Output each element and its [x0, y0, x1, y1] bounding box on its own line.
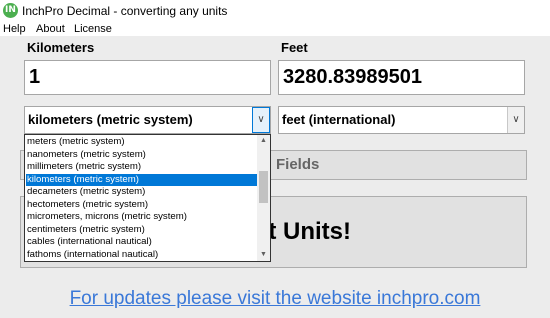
dropdown-option[interactable]: nanometers (metric system) — [26, 149, 258, 162]
window-title: InchPro Decimal - converting any units — [22, 4, 228, 18]
scroll-up-icon[interactable]: ▲ — [257, 135, 270, 147]
dropdown-option[interactable]: hectometers (metric system) — [26, 199, 258, 212]
dropdown-option[interactable]: centimeters (metric system) — [26, 224, 258, 237]
convert-units-label: rt Units! — [259, 218, 351, 245]
dropdown-option[interactable]: cables (international nautical) — [26, 236, 258, 249]
menu-bar: Help About License — [0, 22, 550, 36]
source-unit-value: kilometers (metric system) — [28, 112, 193, 127]
menu-license[interactable]: License — [74, 22, 112, 36]
target-unit-value: feet (international) — [282, 112, 396, 127]
chevron-down-icon[interactable]: ∨ — [252, 107, 270, 133]
dropdown-option[interactable]: kilometers (metric system) — [26, 173, 258, 186]
scroll-thumb[interactable] — [259, 171, 268, 203]
dropdown-option[interactable]: decameters (metric system) — [26, 186, 258, 199]
dropdown-option[interactable]: micrometers, microns (metric system) — [26, 211, 258, 224]
target-value-input[interactable]: 3280.83989501 — [278, 60, 525, 95]
website-link[interactable]: For updates please visit the website inc… — [0, 288, 550, 310]
source-value-input[interactable]: 1 — [24, 60, 271, 95]
dropdown-option[interactable]: millimeters (metric system) — [26, 161, 258, 174]
scroll-down-icon[interactable]: ▼ — [257, 249, 270, 261]
title-bar: IN InchPro Decimal - converting any unit… — [0, 0, 550, 22]
target-unit-label: Feet — [281, 40, 308, 55]
unit-dropdown-list[interactable]: meters (metric system) nanometers (metric… — [24, 134, 271, 262]
dropdown-scrollbar[interactable]: ▲ ▼ — [257, 135, 270, 261]
app-logo-icon: IN — [3, 3, 18, 18]
source-unit-select[interactable]: kilometers (metric system) ∨ — [24, 106, 271, 134]
dropdown-option[interactable]: fathoms (international nautical) — [26, 249, 258, 262]
swap-fields-label: Fields — [276, 156, 320, 173]
menu-about[interactable]: About — [36, 22, 65, 36]
chevron-down-icon[interactable]: ∨ — [507, 107, 524, 133]
menu-help[interactable]: Help — [3, 22, 26, 36]
dropdown-option[interactable]: meters (metric system) — [26, 136, 258, 149]
target-unit-select[interactable]: feet (international) ∨ — [278, 106, 525, 134]
source-unit-label: Kilometers — [27, 40, 95, 55]
